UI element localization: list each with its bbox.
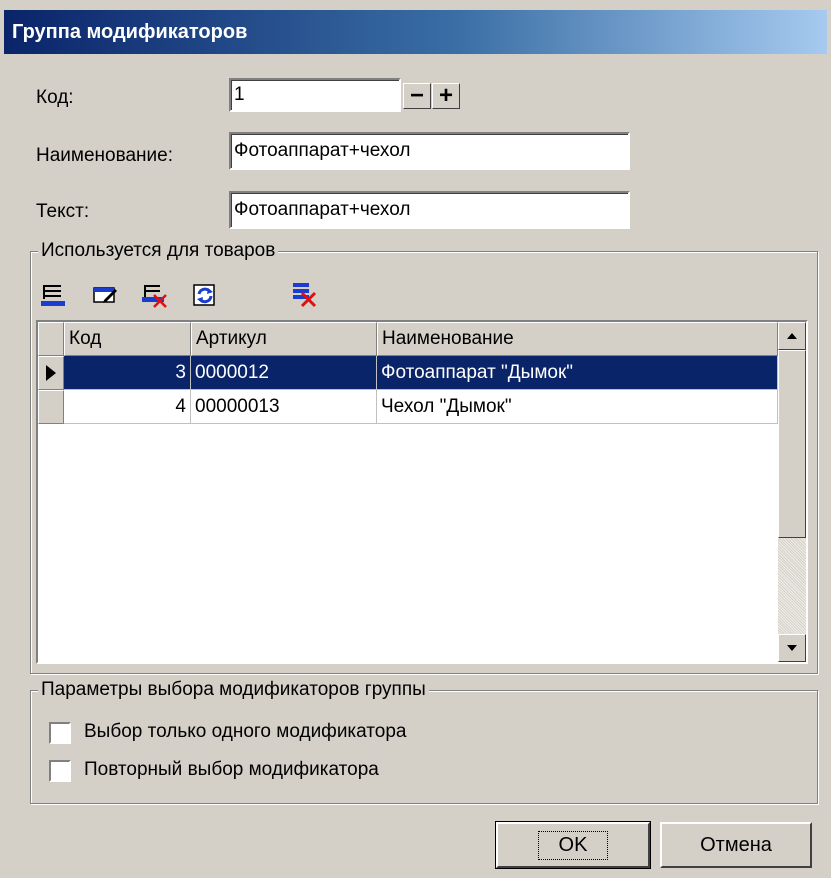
scroll-down-button[interactable] (778, 634, 806, 662)
single-modifier-label[interactable]: Выбор только одного модификатора (84, 720, 407, 744)
table-cell-article[interactable]: 00000013 (191, 390, 377, 424)
ok-button[interactable]: OK (495, 821, 651, 869)
name-input[interactable] (231, 134, 628, 168)
table-cell-name[interactable]: Фотоаппарат "Дымок" (377, 356, 778, 390)
code-input[interactable] (231, 80, 399, 110)
row-indicator-active[interactable] (38, 356, 64, 390)
column-header-name[interactable]: Наименование (377, 322, 778, 356)
products-group-title: Используется для товаров (38, 240, 279, 262)
plus-icon: + (438, 82, 453, 109)
repeat-select-label[interactable]: Повторный выбор модификатора (84, 758, 379, 782)
title-bar[interactable]: Группа модификаторов (4, 10, 827, 54)
delete-row-icon[interactable] (141, 282, 167, 308)
single-modifier-checkbox[interactable] (49, 722, 71, 744)
delete-all-icon[interactable] (291, 282, 317, 308)
window-title: Группа модификаторов (12, 21, 248, 43)
ok-button-label: OK (537, 830, 609, 860)
column-header-code[interactable]: Код (64, 322, 191, 356)
code-label: Код: (36, 87, 74, 108)
refresh-icon[interactable] (192, 282, 218, 308)
table-cell-code[interactable]: 4 (64, 390, 191, 424)
row-pointer-icon (46, 365, 56, 381)
decrement-button[interactable]: − (403, 83, 431, 109)
arrow-down-icon (787, 645, 797, 651)
name-field-box (229, 132, 630, 170)
add-row-icon[interactable] (40, 282, 66, 308)
cancel-button[interactable]: Отмена (660, 822, 812, 868)
cancel-button-label: Отмена (700, 833, 772, 856)
arrow-up-icon (787, 333, 797, 339)
products-grid[interactable]: Код Артикул Наименование 3 0000012 Фотоа… (36, 320, 808, 664)
table-cell-name[interactable]: Чехол "Дымок" (377, 390, 778, 424)
params-group-title: Параметры выбора модификаторов группы (38, 679, 429, 701)
text-field-box (229, 191, 630, 229)
row-indicator[interactable] (38, 390, 64, 424)
params-groupbox (30, 690, 818, 804)
table-cell-code[interactable]: 3 (64, 356, 191, 390)
text-input[interactable] (231, 193, 628, 227)
text-label: Текст: (36, 201, 90, 222)
edit-row-icon[interactable] (92, 282, 118, 308)
grid-header-indicator (38, 322, 64, 356)
name-label: Наименование: (36, 145, 173, 166)
increment-button[interactable]: + (432, 83, 460, 109)
repeat-select-checkbox[interactable] (49, 760, 71, 782)
code-field-box (229, 78, 401, 112)
scrollbar-thumb[interactable] (778, 350, 806, 538)
table-cell-article[interactable]: 0000012 (191, 356, 377, 390)
minus-icon: − (409, 82, 424, 109)
scroll-up-button[interactable] (778, 322, 806, 350)
column-header-article[interactable]: Артикул (191, 322, 377, 356)
